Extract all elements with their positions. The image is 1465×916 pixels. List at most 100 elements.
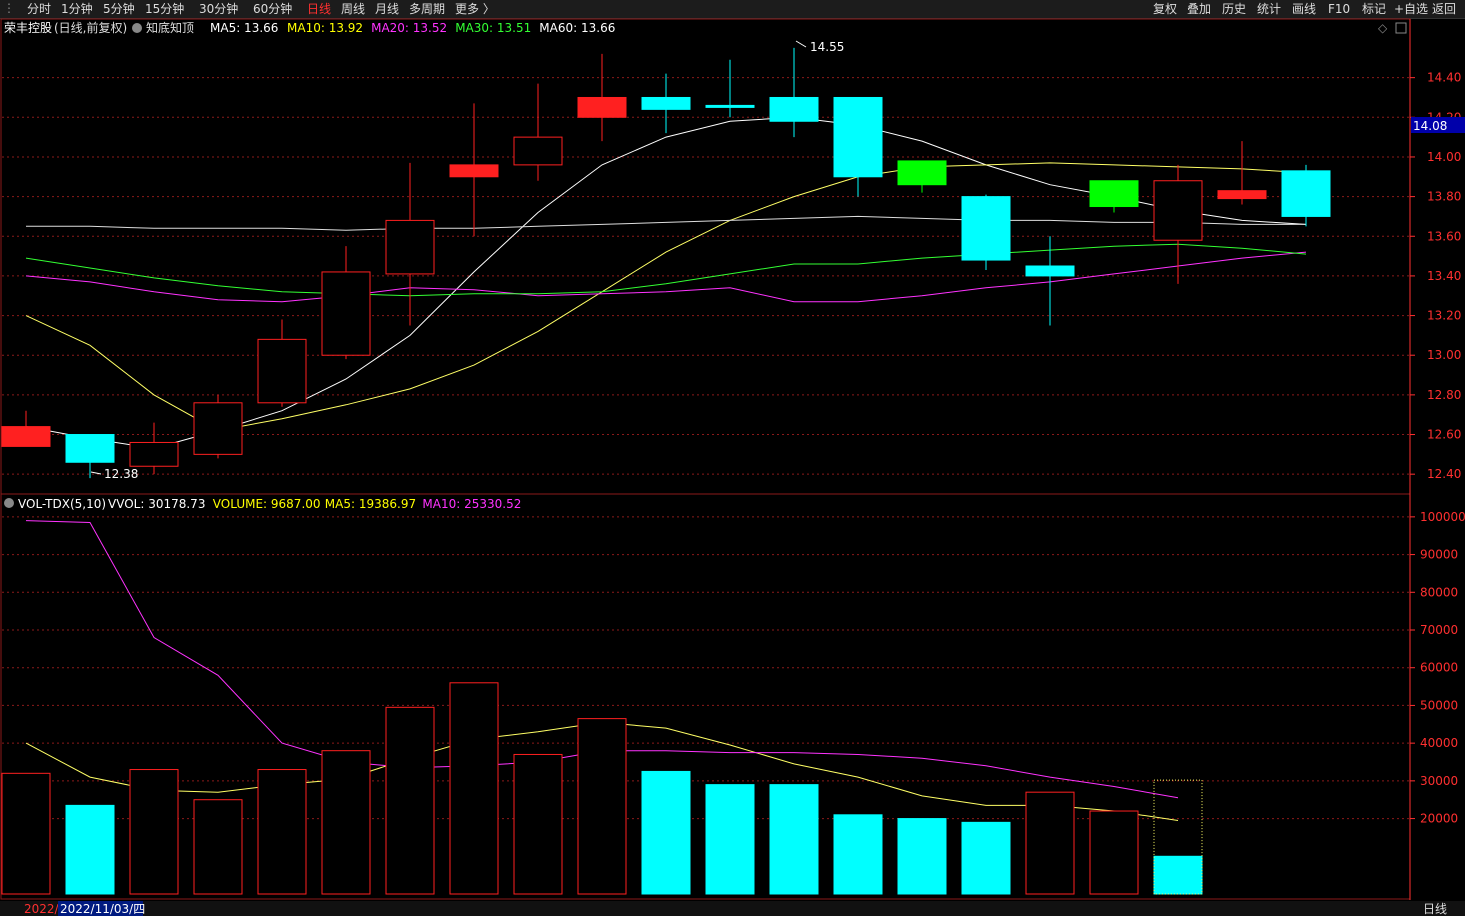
candle: [257, 319, 307, 407]
candle-body: [1153, 180, 1203, 241]
max-pointer: [795, 40, 807, 48]
volume-tick-label: 70000: [1420, 623, 1458, 637]
volume-tick-label: 80000: [1420, 585, 1458, 599]
ma-legend: MA5: 13.66 MA10: 13.92 MA20: 13.52 MA30: 13…: [210, 21, 615, 35]
ma-line-ma60: [26, 215, 1306, 231]
candle: [705, 59, 755, 118]
candle-body: [449, 164, 499, 178]
candle-body: [1217, 190, 1267, 200]
volume-bar: [385, 706, 435, 895]
candle-body: [1, 426, 51, 447]
volume-bar: [769, 784, 819, 895]
volume-legend: VVOL: 30178.73 VOLUME: 9687.00 MA5: 19386.…: [108, 497, 521, 511]
volume-bar: [705, 784, 755, 895]
ma-legend-item: MA60: 13.66: [539, 21, 615, 35]
stock-chart[interactable]: 12.40 12.60 12.80 13.00 13.20 13.40 13.60 13.80…: [0, 0, 1465, 916]
candle-body: [577, 96, 627, 118]
volume-title: VOL-TDX(5,10): [18, 497, 106, 511]
candle-body: [321, 271, 371, 356]
candle-body: [257, 338, 307, 404]
volume-tick-label: 20000: [1420, 812, 1458, 826]
selected-date: 2022/11/03/四: [60, 902, 145, 916]
volume-bar: [577, 718, 627, 895]
candle: [961, 194, 1011, 270]
candle-body: [961, 196, 1011, 261]
volume-bar: [833, 814, 883, 895]
chart-frame: [0, 18, 1411, 900]
price-tick-label: 14.00: [1427, 150, 1461, 164]
candlestick-series: [1, 47, 1331, 479]
volume-bar: [1153, 855, 1203, 895]
candle: [193, 394, 243, 459]
candle: [449, 103, 499, 237]
volume-bar: [321, 750, 371, 895]
volume-bar: [897, 818, 947, 895]
candle-body: [705, 104, 755, 108]
volume-bar: [641, 770, 691, 895]
price-tick-label: 13.20: [1427, 309, 1461, 323]
price-tick-label: 12.40: [1427, 467, 1461, 481]
candle: [897, 160, 947, 193]
candle: [1281, 164, 1331, 227]
volume-legend-item: MA10: 25330.52: [422, 497, 521, 511]
candle: [577, 53, 627, 142]
candle: [385, 162, 435, 326]
volume-bar: [1089, 810, 1139, 895]
ma-legend-item: MA10: 13.92: [287, 21, 363, 35]
volume-bar: [961, 821, 1011, 895]
ma-legend-item: MA5: 13.66: [210, 21, 278, 35]
candle: [1217, 141, 1267, 205]
candle-body: [1089, 180, 1139, 208]
volume-bar: [513, 753, 563, 895]
candle: [1089, 180, 1139, 213]
volume-legend-item: VOLUME: 9687.00: [213, 497, 321, 511]
candle: [1025, 236, 1075, 326]
candle: [1153, 164, 1203, 284]
price-tick-label: 13.00: [1427, 348, 1461, 362]
current-price: 14.08: [1413, 119, 1447, 133]
panel-icon[interactable]: [1395, 22, 1407, 34]
candle: [641, 73, 691, 134]
min-price-label: 12.38: [104, 467, 138, 481]
candle: [321, 246, 371, 360]
candle-body: [193, 402, 243, 455]
price-tick-label: 14.40: [1427, 71, 1461, 85]
volume-tick-label: 40000: [1420, 736, 1458, 750]
volume-toggle-icon[interactable]: [4, 498, 14, 508]
candle-body: [833, 96, 883, 178]
volume-bar: [449, 682, 499, 895]
y-axis-labels: 12.40 12.60 12.80 13.00 13.20 13.40 13.60 13.80…: [1410, 71, 1465, 826]
max-price-label: 14.55: [810, 40, 844, 54]
candle-body: [641, 96, 691, 110]
volume-tick-label: 50000: [1420, 698, 1458, 712]
price-tick-label: 13.60: [1427, 229, 1461, 243]
price-tick-label: 13.40: [1427, 269, 1461, 283]
volume-bar: [1, 772, 51, 895]
volume-bars: [1, 682, 1203, 895]
price-tick-label: 13.80: [1427, 190, 1461, 204]
candle-body: [769, 96, 819, 122]
volume-legend-item: VVOL: 30178.73: [108, 497, 205, 511]
candle-body: [1025, 265, 1075, 277]
volume-tick-label: 30000: [1420, 774, 1458, 788]
period-indicator: 日线: [1423, 902, 1447, 916]
ma-line-ma20: [25, 251, 1307, 303]
diamond-icon[interactable]: ◇: [1378, 21, 1388, 35]
volume-bar: [1025, 791, 1075, 895]
volume-bar: [193, 799, 243, 895]
candle: [769, 47, 819, 138]
volume-tick-label: 90000: [1420, 548, 1458, 562]
volume-bar: [65, 804, 115, 895]
price-mode: (日线,前复权): [54, 20, 127, 35]
candle: [1, 410, 51, 447]
volume-legend-item: MA5: 19386.97: [325, 497, 416, 511]
candle-body: [513, 136, 563, 166]
footer-bar: [0, 901, 1465, 916]
candle-body: [129, 441, 179, 467]
indicator-name: 知底知顶: [146, 20, 194, 35]
volume-tick-label: 60000: [1420, 661, 1458, 675]
volume-bar: [257, 769, 307, 895]
volume-bar: [129, 769, 179, 895]
indicator-toggle-icon[interactable]: [132, 23, 142, 33]
candle-body: [65, 434, 115, 463]
